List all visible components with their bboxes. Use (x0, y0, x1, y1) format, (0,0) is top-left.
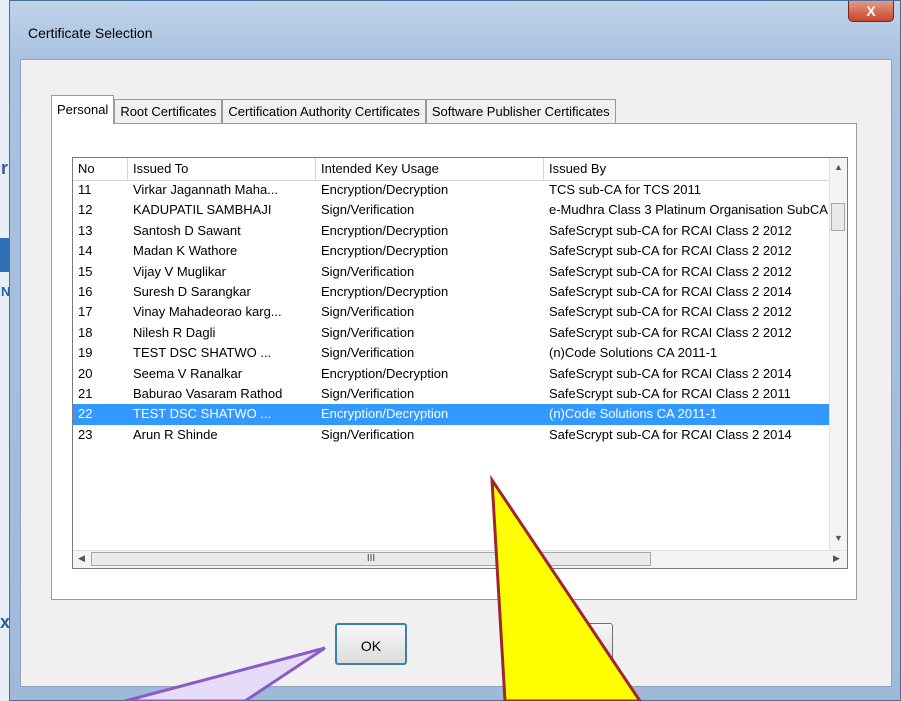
tab-root-certificates[interactable]: Root Certificates (114, 99, 223, 123)
cell-issued-to: TEST DSC SHATWO ... (133, 345, 272, 361)
cell-issued-by: SafeScrypt sub-CA for RCAI Class 2 2014 (549, 426, 792, 442)
tab-strip: Personal Root Certificates Certification… (51, 95, 616, 124)
cell-issued-by: TCS sub-CA for TCS 2011 (549, 182, 701, 197)
cell-intended-key-usage: Encryption/Decryption (321, 406, 449, 422)
scroll-grip: III (366, 553, 376, 564)
cell-intended-key-usage: Encryption/Decryption (321, 222, 449, 238)
table-row[interactable]: 16 Suresh D Sarangkar Encryption/Decryptio… (73, 282, 847, 302)
horizontal-scroll-thumb[interactable]: III (91, 552, 651, 566)
cell-issued-by: SafeScrypt sub-CA for RCAI Class 2 2011 (549, 385, 791, 401)
scroll-right-icon[interactable]: ▶ (833, 553, 840, 564)
cell-issued-to: Arun R Shinde (133, 426, 218, 442)
cell-issued-to: TEST DSC SHATWO ... (133, 406, 272, 422)
vertical-scroll-thumb[interactable] (831, 203, 845, 231)
cell-no: 15 (78, 263, 93, 279)
cell-issued-to: Santosh D Sawant (133, 222, 241, 238)
cell-issued-by: SafeScrypt sub-CA for RCAI Class 2 2012 (549, 263, 792, 279)
table-row[interactable]: 19 TEST DSC SHATWO ... Sign/Verification (n… (73, 343, 847, 363)
cell-no: 23 (78, 426, 93, 442)
cell-intended-key-usage: Encryption/Decryption (321, 182, 449, 197)
vertical-scrollbar[interactable]: ▲ ▼ (829, 158, 847, 551)
cell-issued-to: Nilesh R Dagli (133, 324, 216, 340)
cell-no: 22 (78, 406, 93, 422)
cell-intended-key-usage: Sign/Verification (321, 304, 415, 320)
close-icon: X (866, 3, 876, 19)
ok-button[interactable]: OK (335, 623, 407, 665)
cell-issued-to: Vinay Mahadeorao karg... (133, 304, 282, 320)
cell-no: 12 (78, 202, 93, 218)
list-header: No Issued To Intended Key Usage Issued B… (73, 158, 847, 181)
cell-issued-to: Suresh D Sarangkar (133, 283, 251, 299)
cell-issued-by: SafeScrypt sub-CA for RCAI Class 2 2014 (549, 283, 792, 299)
cell-intended-key-usage: Sign/Verification (321, 426, 415, 442)
cell-intended-key-usage: Sign/Verification (321, 345, 415, 361)
cell-intended-key-usage: Sign/Verification (321, 202, 415, 218)
cell-issued-to: Baburao Vasaram Rathod (133, 385, 283, 401)
cell-no: 11 (78, 182, 92, 197)
cell-issued-by: SafeScrypt sub-CA for RCAI Class 2 2012 (549, 324, 792, 340)
table-row[interactable]: 12 KADUPATIL SAMBHAJI Sign/Verification e-M… (73, 200, 847, 220)
cell-issued-to: KADUPATIL SAMBHAJI (133, 202, 272, 218)
table-row[interactable]: 15 Vijay V Muglikar Sign/Verification SafeS… (73, 262, 847, 282)
cell-no: 18 (78, 324, 93, 340)
table-row[interactable]: 21 Baburao Vasaram Rathod Sign/Verificatio… (73, 384, 847, 404)
cell-intended-key-usage: Sign/Verification (321, 263, 415, 279)
table-row[interactable]: 20 Seema V Ranalkar Encryption/Decryption S… (73, 364, 847, 384)
dialog-title: Certificate Selection (28, 25, 153, 41)
cell-intended-key-usage: Sign/Verification (321, 324, 415, 340)
table-row[interactable]: 17 Vinay Mahadeorao karg... Sign/Verificat… (73, 302, 847, 322)
cell-intended-key-usage: Encryption/Decryption (321, 283, 449, 299)
column-header-issued-by[interactable]: Issued By (544, 158, 847, 180)
cell-issued-to: Vijay V Muglikar (133, 263, 226, 279)
table-row[interactable]: 18 Nilesh R Dagli Sign/Verification SafeScr… (73, 323, 847, 343)
table-row[interactable]: 13 Santosh D Sawant Encryption/Decryption S… (73, 221, 847, 241)
cell-intended-key-usage: Encryption/Decryption (321, 365, 449, 381)
cell-issued-to: Madan K Wathore (133, 243, 238, 259)
cell-no: 16 (78, 283, 93, 299)
table-row[interactable]: 14 Madan K Wathore Encryption/Decryption Sa… (73, 241, 847, 261)
dialog-client-area: Personal Root Certificates Certification… (20, 59, 892, 687)
scroll-down-icon[interactable]: ▼ (834, 533, 843, 543)
cell-no: 19 (78, 345, 93, 361)
certificate-selection-dialog: Certificate Selection X Personal Root Ce… (9, 0, 901, 701)
cell-issued-by: SafeScrypt sub-CA for RCAI Class 2 2012 (549, 304, 792, 320)
certificate-list[interactable]: No Issued To Intended Key Usage Issued B… (72, 157, 848, 569)
column-header-intended-key-usage[interactable]: Intended Key Usage (316, 158, 544, 180)
cell-no: 17 (78, 304, 93, 320)
cancel-button[interactable] (541, 623, 613, 665)
cell-intended-key-usage: Encryption/Decryption (321, 243, 449, 259)
horizontal-scrollbar[interactable]: ◀ III ▶ (73, 550, 847, 568)
table-row[interactable]: 22 TEST DSC SHATWO ... Encryption/Decrypti… (73, 404, 847, 425)
cell-issued-by: (n)Code Solutions CA 2011-1 (549, 345, 718, 361)
table-row[interactable]: 11 Virkar Jagannath Maha... Encryption/Dec… (73, 180, 847, 200)
column-header-issued-to[interactable]: Issued To (128, 158, 316, 180)
cell-issued-to: Seema V Ranalkar (133, 365, 243, 381)
close-button[interactable]: X (848, 1, 894, 22)
cell-issued-by: SafeScrypt sub-CA for RCAI Class 2 2012 (549, 222, 792, 238)
tab-software-publisher-certificates[interactable]: Software Publisher Certificates (425, 99, 616, 123)
tab-certification-authority-certificates[interactable]: Certification Authority Certificates (222, 99, 426, 123)
table-row[interactable]: 23 Arun R Shinde Sign/Verification SafeScry… (73, 425, 847, 445)
personal-tab-panel: No Issued To Intended Key Usage Issued B… (51, 123, 857, 600)
cell-no: 21 (78, 385, 93, 401)
tab-personal[interactable]: Personal (51, 95, 115, 124)
scroll-up-icon[interactable]: ▲ (834, 162, 843, 172)
cell-issued-to: Virkar Jagannath Maha... (133, 182, 279, 197)
cell-issued-by: SafeScrypt sub-CA for RCAI Class 2 2014 (549, 365, 792, 381)
cell-issued-by: SafeScrypt sub-CA for RCAI Class 2 2012 (549, 243, 792, 259)
list-rows: 11 Virkar Jagannath Maha... Encryption/Dec… (73, 180, 847, 445)
cell-no: 14 (78, 243, 93, 259)
cell-no: 13 (78, 222, 93, 238)
background-fragment: r (1, 158, 9, 178)
cell-intended-key-usage: Sign/Verification (321, 385, 415, 401)
cell-no: 20 (78, 365, 93, 381)
scroll-left-icon[interactable]: ◀ (78, 553, 85, 564)
column-header-no[interactable]: No (73, 158, 128, 180)
cell-issued-by: e-Mudhra Class 3 Platinum Organisation S… (549, 202, 828, 218)
cell-issued-by: (n)Code Solutions CA 2011-1 (549, 406, 718, 422)
